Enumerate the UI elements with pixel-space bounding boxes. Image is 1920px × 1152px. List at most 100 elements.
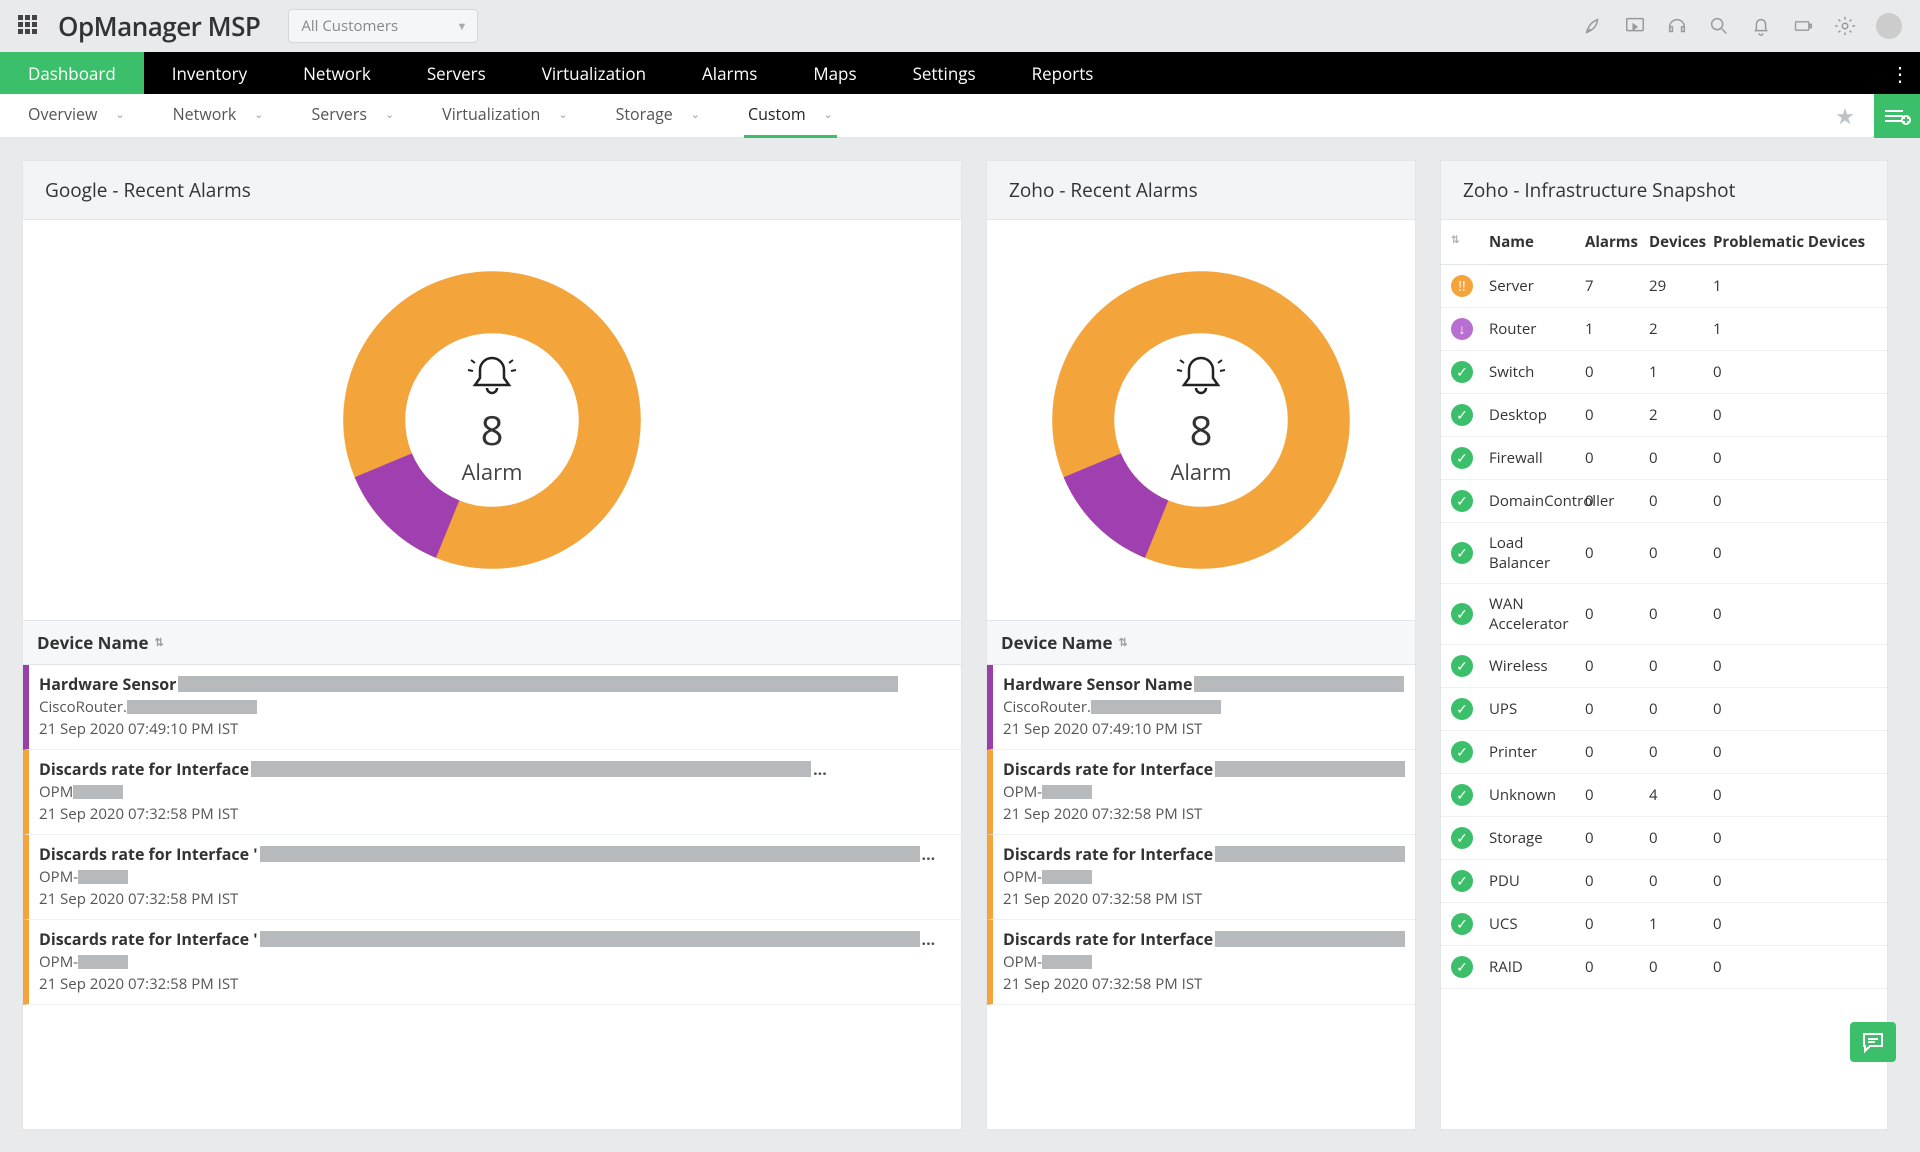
col-alarms[interactable]: Alarms: [1585, 232, 1641, 252]
widget-title: Zoho - Infrastructure Snapshot: [1441, 161, 1887, 220]
snapshot-devices: 1: [1649, 914, 1705, 934]
nav-dashboard[interactable]: Dashboard: [0, 52, 144, 94]
topbar-actions: [1582, 13, 1902, 39]
snapshot-name: DomainController: [1489, 491, 1577, 511]
alarm-row[interactable]: Hardware Sensor Name CiscoRouter. 21 Sep…: [987, 665, 1415, 750]
snapshot-row[interactable]: ✓ PDU 0 0 0: [1441, 860, 1887, 903]
nav-virtualization[interactable]: Virtualization: [514, 52, 674, 94]
snapshot-problematic: 0: [1713, 405, 1877, 425]
alarm-row[interactable]: Discards rate for Interface OPM- 21 Sep …: [987, 920, 1415, 1005]
presentation-icon[interactable]: [1624, 15, 1646, 37]
snapshot-row[interactable]: ✓ Load Balancer 0 0 0: [1441, 523, 1887, 584]
snapshot-row[interactable]: ✓ Firewall 0 0 0: [1441, 437, 1887, 480]
col-devices[interactable]: Devices: [1649, 232, 1705, 252]
snapshot-row[interactable]: ✓ Unknown 0 4 0: [1441, 774, 1887, 817]
nav-alarms[interactable]: Alarms: [674, 52, 785, 94]
snapshot-alarms: 0: [1585, 914, 1641, 934]
subnav-network[interactable]: Network⌄: [169, 94, 268, 138]
alarm-timestamp: 21 Sep 2020 07:32:58 PM IST: [39, 889, 951, 909]
alarm-bell-icon: [1176, 353, 1226, 398]
snapshot-alarms: 1: [1585, 319, 1641, 339]
snapshot-row[interactable]: !! Server 7 29 1: [1441, 265, 1887, 308]
chat-button[interactable]: [1850, 1022, 1896, 1062]
alarm-row[interactable]: Discards rate for Interface '... OPM- 21…: [23, 920, 961, 1005]
nav-maps[interactable]: Maps: [785, 52, 884, 94]
subnav-virtualization[interactable]: Virtualization⌄: [438, 94, 571, 138]
alarm-row[interactable]: Discards rate for Interface '... OPM- 21…: [23, 835, 961, 920]
status-ok-icon: ✓: [1451, 741, 1473, 763]
nav-reports[interactable]: Reports: [1004, 52, 1122, 94]
alarm-device: OPM-: [1003, 782, 1405, 802]
snapshot-alarms: 0: [1585, 699, 1641, 719]
snapshot-row[interactable]: ✓ UPS 0 0 0: [1441, 688, 1887, 731]
alarm-donut-chart: 8 Alarm: [987, 220, 1415, 620]
status-ok-icon: ✓: [1451, 913, 1473, 935]
col-problematic[interactable]: Problematic Devices: [1713, 232, 1877, 252]
snapshot-devices: 0: [1649, 699, 1705, 719]
snapshot-row[interactable]: ↓ Router 1 2 1: [1441, 308, 1887, 351]
more-menu-icon[interactable]: ⋮: [1890, 52, 1910, 94]
subnav-custom[interactable]: Custom⌄: [744, 94, 837, 138]
snapshot-row[interactable]: ✓ WAN Accelerator 0 0 0: [1441, 584, 1887, 645]
sub-nav: Overview⌄ Network⌄ Servers⌄ Virtualizati…: [0, 94, 1920, 138]
subnav-overview[interactable]: Overview⌄: [24, 94, 129, 138]
snapshot-devices: 4: [1649, 785, 1705, 805]
snapshot-problematic: 0: [1713, 871, 1877, 891]
alarm-timestamp: 21 Sep 2020 07:32:58 PM IST: [1003, 974, 1405, 994]
snapshot-problematic: 0: [1713, 604, 1877, 624]
alarm-title: Discards rate for Interface: [1003, 843, 1405, 865]
alarm-timestamp: 21 Sep 2020 07:32:58 PM IST: [39, 974, 951, 994]
device-name-column-header[interactable]: Device Name ⇅: [23, 620, 961, 665]
snapshot-name: UPS: [1489, 699, 1577, 719]
apps-grid-icon[interactable]: [18, 15, 40, 37]
snapshot-problematic: 0: [1713, 543, 1877, 563]
snapshot-row[interactable]: ✓ Storage 0 0 0: [1441, 817, 1887, 860]
bell-icon[interactable]: [1750, 15, 1772, 37]
alarm-row[interactable]: Discards rate for Interface OPM- 21 Sep …: [987, 835, 1415, 920]
headset-icon[interactable]: [1666, 15, 1688, 37]
snapshot-name: Load Balancer: [1489, 533, 1577, 573]
battery-icon[interactable]: [1792, 15, 1814, 37]
snapshot-row[interactable]: ✓ DomainController 0 0 0: [1441, 480, 1887, 523]
snapshot-row[interactable]: ✓ Wireless 0 0 0: [1441, 645, 1887, 688]
dashboard-content: Google - Recent Alarms 8 Alarm Device Na…: [0, 138, 1920, 1152]
subnav-storage[interactable]: Storage⌄: [612, 94, 704, 138]
snapshot-row[interactable]: ✓ Desktop 0 2 0: [1441, 394, 1887, 437]
nav-servers[interactable]: Servers: [399, 52, 514, 94]
alarm-row[interactable]: Discards rate for Interface OPM- 21 Sep …: [987, 750, 1415, 835]
snapshot-name: RAID: [1489, 957, 1577, 977]
snapshot-alarms: 0: [1585, 742, 1641, 762]
alarm-row[interactable]: Discards rate for Interface... OPM 21 Se…: [23, 750, 961, 835]
alarm-row[interactable]: Hardware Sensor CiscoRouter. 21 Sep 2020…: [23, 665, 961, 750]
alarm-donut-chart: 8 Alarm: [23, 220, 961, 620]
snapshot-row[interactable]: ✓ Switch 0 1 0: [1441, 351, 1887, 394]
rocket-icon[interactable]: [1582, 15, 1604, 37]
nav-inventory[interactable]: Inventory: [144, 52, 275, 94]
gear-icon[interactable]: [1834, 15, 1856, 37]
snapshot-problematic: 0: [1713, 957, 1877, 977]
snapshot-row[interactable]: ✓ RAID 0 0 0: [1441, 946, 1887, 989]
device-name-column-header[interactable]: Device Name ⇅: [987, 620, 1415, 665]
subnav-servers[interactable]: Servers⌄: [308, 94, 399, 138]
favorite-star-icon[interactable]: ★: [1826, 94, 1864, 138]
snapshot-row[interactable]: ✓ UCS 0 1 0: [1441, 903, 1887, 946]
alarm-timestamp: 21 Sep 2020 07:49:10 PM IST: [39, 719, 951, 739]
nav-network[interactable]: Network: [275, 52, 399, 94]
snapshot-name: Switch: [1489, 362, 1577, 382]
widget-google-alarms: Google - Recent Alarms 8 Alarm Device Na…: [22, 160, 962, 1130]
search-icon[interactable]: [1708, 15, 1730, 37]
nav-settings[interactable]: Settings: [885, 52, 1004, 94]
user-avatar[interactable]: [1876, 13, 1902, 39]
snapshot-devices: 0: [1649, 957, 1705, 977]
snapshot-name: Wireless: [1489, 656, 1577, 676]
snapshot-row[interactable]: ✓ Printer 0 0 0: [1441, 731, 1887, 774]
add-widget-button[interactable]: [1874, 94, 1920, 138]
sort-caret-icon[interactable]: ⇅: [1451, 232, 1479, 246]
customer-dropdown[interactable]: All Customers ▼: [288, 9, 478, 43]
alarm-title: Discards rate for Interface: [1003, 758, 1405, 780]
snapshot-alarms: 0: [1585, 543, 1641, 563]
chevron-down-icon: ⌄: [691, 107, 700, 122]
snapshot-name: Router: [1489, 319, 1577, 339]
snapshot-problematic: 1: [1713, 319, 1877, 339]
col-name[interactable]: Name: [1489, 232, 1577, 252]
